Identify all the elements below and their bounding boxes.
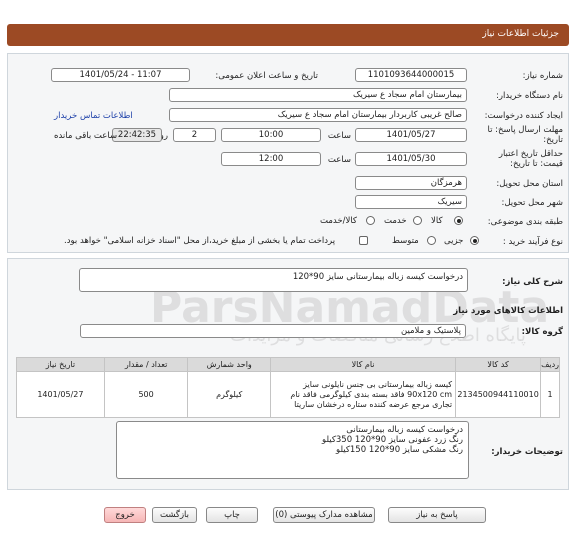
cell-date: 1401/05/27 [16, 371, 105, 418]
goods-info-title: اطلاعات کالاهای مورد نیاز [453, 306, 563, 316]
page-title: جزئیات اطلاعات نیاز [482, 29, 559, 39]
category-option-goods: کالا [431, 216, 443, 226]
cell-name: کیسه زباله بیمارستانی بی جنس نایلونی سای… [270, 371, 457, 418]
buyer-org-label: نام دستگاه خریدار: [496, 91, 563, 101]
back-button[interactable]: بازگشت [152, 507, 197, 523]
buyer-notes-line-1: درخواست کیسه زباله بیمارستانی [346, 425, 463, 435]
col-qty: تعداد / مقدار [103, 357, 189, 372]
cell-unit: کیلوگرم [187, 371, 272, 418]
category-label: طبقه بندی موضوعی: [487, 217, 563, 227]
goods-group-field[interactable]: پلاستیک و ملامین [80, 324, 466, 338]
goods-group-label: گروه کالا: [521, 327, 563, 337]
need-number-label: شماره نیاز: [522, 71, 563, 81]
goods-table: ردیف کد کالا نام کالا واحد شمارش تعداد /… [16, 357, 560, 418]
buyer-notes-field[interactable]: درخواست کیسه زباله بیمارستانی رنگ زرد عف… [116, 421, 469, 479]
buyer-contact-link[interactable]: اطلاعات تماس خریدار [54, 111, 133, 121]
exit-button[interactable]: خروج [104, 507, 146, 523]
validity-time-label: ساعت [327, 155, 351, 165]
view-attachments-button[interactable]: مشاهده مدارک پیوستی (0) [273, 507, 375, 523]
cell-row: 1 [540, 371, 560, 418]
col-name: نام کالا [270, 357, 457, 372]
need-summary-label: شرح کلی نیاز: [502, 277, 563, 287]
purchase-radio-medium[interactable] [427, 236, 436, 245]
need-summary-field[interactable]: درخواست کیسه زباله بیمارستانی سایز 90*12… [79, 268, 468, 292]
deadline-date-field[interactable]: 1401/05/27 [355, 128, 467, 142]
remaining-time-field: 22:42:35 [112, 128, 162, 142]
deadline-label: مهلت ارسال پاسخ: تا [487, 125, 563, 135]
announce-label: تاریخ و ساعت اعلان عمومی: [215, 71, 318, 81]
treasury-checkbox[interactable] [359, 236, 368, 245]
purchase-radio-minor[interactable] [470, 236, 479, 245]
print-button[interactable]: چاپ [206, 507, 258, 523]
creator-field[interactable]: صالح غریبی کاربردار بیمارستان امام سجاد … [169, 108, 467, 122]
purchase-option-medium: متوسط [392, 236, 419, 246]
category-option-both: کالا/خدمت [320, 216, 357, 226]
validity-time-field[interactable]: 12:00 [221, 152, 321, 166]
announce-datetime-field[interactable]: 1401/05/24 - 11:07 [51, 68, 190, 82]
validity-label: حداقل تاریخ اعتبار [498, 149, 563, 159]
validity-label-date: قیمت: تا تاریخ: [510, 159, 563, 169]
buyer-org-field[interactable]: بیمارستان امام سجاد ع سیریک [169, 88, 467, 102]
deadline-label-date: تاریخ: [543, 135, 563, 145]
city-field[interactable]: سیریک [355, 195, 467, 209]
col-code: کد کالا [455, 357, 542, 372]
deadline-time-field[interactable]: 10:00 [221, 128, 321, 142]
col-unit: واحد شمارش [187, 357, 272, 372]
deadline-time-label: ساعت [327, 131, 351, 141]
buyer-notes-line-3: رنگ مشکی سایز 90*120 150کیلو [336, 445, 463, 455]
city-label: شهر محل تحویل: [501, 198, 563, 208]
treasury-note: پرداخت تمام یا بخشی از مبلغ خرید،از محل … [64, 236, 336, 246]
category-radio-goods[interactable] [454, 216, 463, 225]
purchase-type-label: نوع فرآیند خرید : [502, 237, 563, 247]
page-header: جزئیات اطلاعات نیاز [7, 24, 569, 46]
reply-button[interactable]: پاسخ به نیاز [388, 507, 486, 523]
cell-code: 2134500944110010 [455, 371, 542, 418]
creator-label: ایجاد کننده درخواست: [484, 111, 563, 121]
province-label: استان محل تحویل: [496, 179, 563, 189]
buyer-notes-line-2: رنگ زرد عفونی سایز 90*120 350کیلو [322, 435, 463, 445]
table-row[interactable]: 1 2134500944110010 کیسه زباله بیمارستانی… [16, 371, 560, 418]
goods-table-header: ردیف کد کالا نام کالا واحد شمارش تعداد /… [16, 357, 560, 372]
cell-qty: 500 [103, 371, 189, 418]
buyer-notes-label: توضیحات خریدار: [491, 447, 563, 457]
category-radio-both[interactable] [366, 216, 375, 225]
category-radio-service[interactable] [413, 216, 422, 225]
validity-date-field[interactable]: 1401/05/30 [355, 152, 467, 166]
col-date: تاریخ نیاز [16, 357, 105, 372]
days-field[interactable]: 2 [173, 128, 216, 142]
remaining-time-label: ساعت باقی مانده [54, 131, 118, 141]
category-option-service: خدمت [384, 216, 407, 226]
purchase-option-minor: جزیی [444, 236, 464, 246]
need-number-field[interactable]: 1101093644000015 [355, 68, 467, 82]
province-field[interactable]: هرمزگان [355, 176, 467, 190]
col-row: ردیف [540, 357, 560, 372]
